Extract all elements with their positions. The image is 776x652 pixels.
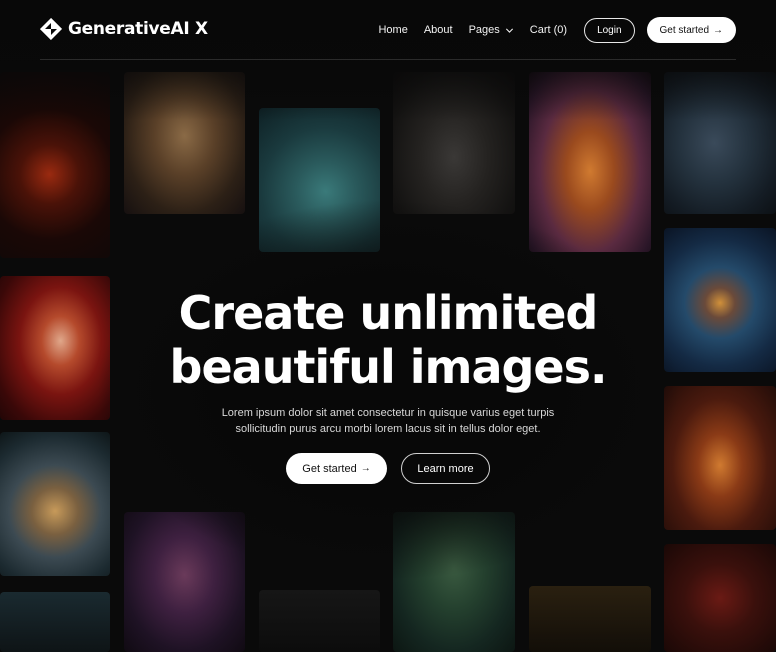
- site-header: GenerativeAI X Home About Pages Cart (0)…: [40, 0, 736, 60]
- gallery-image-golden-woman: [124, 72, 245, 214]
- hero-title-line-2: beautiful images.: [169, 340, 608, 394]
- hero-get-started-label: Get started: [302, 462, 357, 475]
- hero-actions: Get started → Learn more: [0, 453, 776, 484]
- main-nav: Home About Pages Cart (0) Login Get star…: [378, 17, 736, 43]
- hero-title: Create unlimited beautiful images.: [0, 286, 776, 394]
- hero-subtitle-line-1: Lorem ipsum dolor sit amet consectetur i…: [221, 407, 555, 419]
- gallery-image-ivy-building: [393, 512, 515, 652]
- nav-pages-label: Pages: [468, 24, 500, 36]
- header-get-started-button[interactable]: Get started →: [646, 17, 736, 43]
- arrow-right-icon: →: [713, 24, 723, 36]
- hero-subtitle-line-2: sollicitudin purus arcu morbi lorem lacu…: [235, 423, 541, 435]
- learn-more-button[interactable]: Learn more: [401, 453, 490, 484]
- gallery-image-car-night: [393, 72, 515, 214]
- hero-get-started-button[interactable]: Get started →: [286, 453, 387, 484]
- chevron-down-icon: [505, 28, 513, 33]
- gallery-image-bottom-warm: [529, 586, 651, 652]
- gallery-image-purple-portrait: [124, 512, 245, 652]
- hero-section: GenerativeAI X Home About Pages Cart (0)…: [0, 0, 776, 652]
- hero-title-line-1: Create unlimited: [178, 286, 599, 340]
- gallery-image-burger: [529, 72, 651, 252]
- diamond-logo-icon: [40, 18, 62, 40]
- login-button[interactable]: Login: [584, 17, 635, 43]
- gallery-image-fire-mask: [0, 72, 110, 258]
- arrow-right-icon: →: [360, 463, 371, 474]
- nav-pages-dropdown[interactable]: Pages: [469, 24, 514, 36]
- gallery-image-bottom-dark: [259, 590, 380, 652]
- hero-subtitle: Lorem ipsum dolor sit amet consectetur i…: [0, 405, 776, 437]
- gallery-image-bottom-left: [0, 592, 110, 652]
- nav-home-link[interactable]: Home: [378, 24, 407, 36]
- nav-cart-link[interactable]: Cart (0): [530, 24, 567, 36]
- gallery-image-dog: [664, 72, 776, 214]
- header-get-started-label: Get started: [659, 24, 709, 36]
- nav-about-link[interactable]: About: [424, 24, 453, 36]
- gallery-image-bottom-right: [664, 544, 776, 652]
- gallery-image-teal-room: [259, 108, 380, 252]
- brand-logo[interactable]: GenerativeAI X: [40, 18, 208, 40]
- brand-name: GenerativeAI X: [68, 19, 208, 39]
